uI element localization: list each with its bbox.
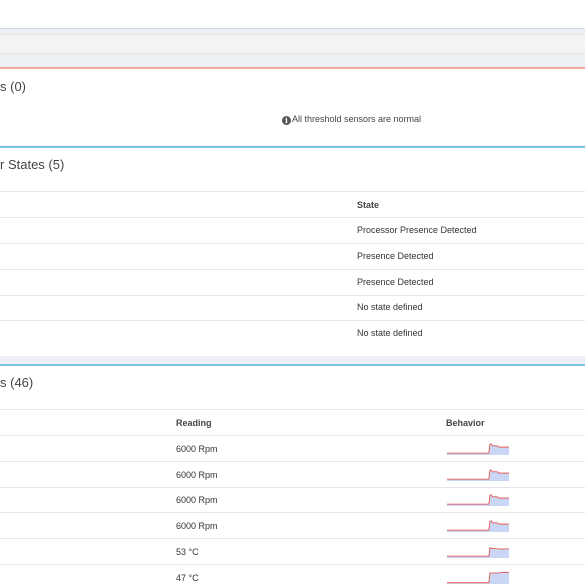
table-row-divider xyxy=(0,487,585,488)
behavior-sparkline xyxy=(447,443,510,455)
state-cell: Presence Detected xyxy=(357,251,434,261)
behavior-sparkline xyxy=(447,520,510,532)
reading-cell: 6000 Rpm xyxy=(176,470,218,480)
table-divider xyxy=(0,217,585,218)
threshold-panel-title: s (0) xyxy=(0,79,26,94)
table-divider xyxy=(0,435,585,436)
threshold-message-text: All threshold sensors are normal xyxy=(292,114,422,124)
table-divider xyxy=(0,409,585,410)
table-row-divider xyxy=(0,243,585,244)
info-icon: i xyxy=(282,116,291,125)
threshold-normal-message: i All threshold sensors are normal xyxy=(282,114,421,125)
table-row-divider xyxy=(0,320,585,321)
table-row-divider xyxy=(0,295,585,296)
threshold-sensors-panel: s (0) i All threshold sensors are normal xyxy=(0,67,585,145)
behavior-sparkline xyxy=(447,494,510,506)
sparkline-area xyxy=(447,572,509,584)
toolbar-strip xyxy=(0,34,585,54)
state-cell: Presence Detected xyxy=(357,277,434,287)
sensor-readings-title: s (46) xyxy=(0,375,34,390)
table-row-divider xyxy=(0,269,585,270)
behavior-sparkline xyxy=(447,571,509,584)
sensor-states-title: r States (5) xyxy=(0,157,65,172)
reading-cell: 47 °C xyxy=(176,573,199,583)
reading-cell: 6000 Rpm xyxy=(176,495,218,505)
reading-cell: 53 °C xyxy=(176,547,199,557)
top-bar xyxy=(0,0,585,29)
reading-cell: 6000 Rpm xyxy=(176,521,218,531)
state-cell: Processor Presence Detected xyxy=(357,225,477,235)
column-header-reading[interactable]: Reading xyxy=(176,418,212,428)
state-cell: No state defined xyxy=(357,302,423,312)
column-header-state[interactable]: State xyxy=(357,200,379,210)
sensor-states-panel: r States (5) State Processor Presence De… xyxy=(0,146,585,356)
state-cell: No state defined xyxy=(357,328,423,338)
behavior-sparkline xyxy=(447,469,510,481)
behavior-sparkline xyxy=(447,546,509,558)
column-header-behavior[interactable]: Behavior xyxy=(446,418,485,428)
table-divider xyxy=(0,191,585,192)
sensor-readings-panel: s (46) Reading Behavior 6000 Rpm 6000 Rp… xyxy=(0,364,585,587)
table-row-divider xyxy=(0,512,585,513)
reading-cell: 6000 Rpm xyxy=(176,444,218,454)
table-row-divider xyxy=(0,461,585,462)
table-row-divider xyxy=(0,564,585,565)
table-row-divider xyxy=(0,538,585,539)
